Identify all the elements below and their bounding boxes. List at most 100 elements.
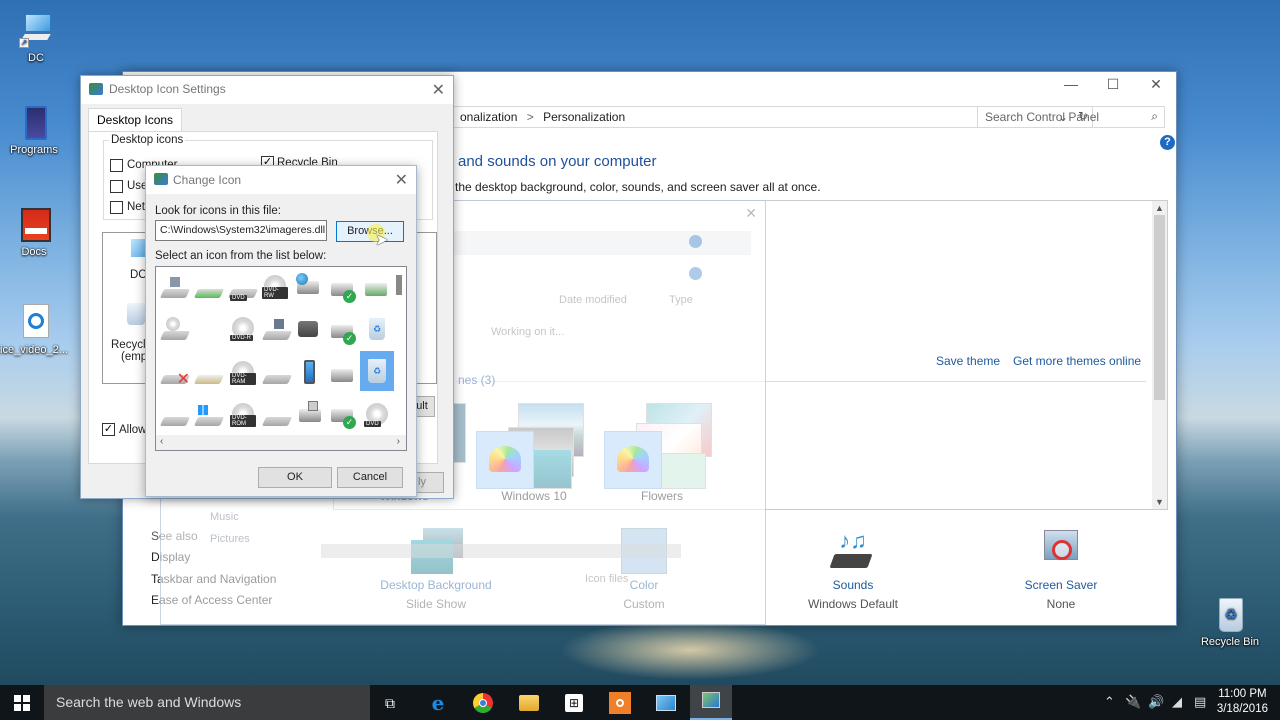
dialog-title: Desktop Icon Settings: [109, 82, 226, 96]
network-checkbox[interactable]: [110, 201, 123, 214]
dvd-rom-icon[interactable]: DVD-ROM: [228, 401, 256, 429]
scroll-down-icon[interactable]: ▼: [1155, 497, 1164, 507]
title-bar: Desktop Icon Settings ✕: [81, 76, 453, 104]
desktop-icon-docs[interactable]: Docs: [0, 206, 70, 258]
close-icon: ✕: [745, 205, 757, 221]
breadcrumb-separator: >: [526, 110, 534, 124]
drive-3-icon[interactable]: [261, 403, 293, 431]
printer-icon[interactable]: [328, 361, 356, 389]
breadcrumb-item[interactable]: Personalization: [543, 110, 625, 124]
group-label: Desktop icons: [109, 134, 186, 146]
desktop-icon-video[interactable]: ice_video_2...: [0, 304, 70, 356]
computer-checkbox[interactable]: [110, 159, 123, 172]
scroll-left-icon[interactable]: ‹: [160, 436, 163, 447]
file-path-input[interactable]: C:\Windows\System32\imageres.dll: [155, 220, 327, 241]
taskbar: Search the web and Windows ⧉ e ⊞ ⌃ 🔌 🔊 ◢…: [0, 685, 1280, 720]
compact-flash-icon: [17, 206, 51, 244]
drive-green-icon[interactable]: [193, 275, 225, 303]
show-hidden-icons-button[interactable]: ⌃: [1104, 694, 1115, 710]
save-theme-link[interactable]: Save theme: [936, 354, 1000, 368]
search-control-panel-input[interactable]: Search Control Panel ⌕: [977, 106, 1165, 128]
computer-shortcut-icon: ↗: [19, 12, 53, 50]
volume-icon[interactable]: 🔊: [1148, 694, 1164, 710]
scroll-right-icon[interactable]: ›: [397, 436, 400, 447]
close-button[interactable]: ✕: [432, 80, 445, 100]
ghost-filename-bar: [321, 544, 681, 558]
drive-yellow-icon[interactable]: [193, 361, 225, 389]
allow-themes-checkbox[interactable]: ✓: [102, 423, 115, 436]
start-windows-icon[interactable]: [14, 695, 30, 711]
cd-drive-icon[interactable]: [159, 317, 191, 345]
camcorder-icon[interactable]: [294, 315, 322, 343]
recycle-bin-icon: ♻: [1213, 596, 1247, 634]
search-icon[interactable]: ⌕: [1151, 109, 1158, 124]
orange-app-icon[interactable]: [609, 692, 631, 714]
printer-green-icon[interactable]: [362, 275, 390, 303]
dvd-drive-icon[interactable]: DVD: [227, 275, 259, 303]
minimize-button[interactable]: —: [1056, 76, 1086, 96]
edge-browser-icon[interactable]: e: [427, 692, 449, 714]
dialog-app-icon: [89, 83, 103, 95]
scrollbar-thumb[interactable]: [1154, 215, 1165, 400]
dvd-ram-icon[interactable]: DVD-RAM: [228, 359, 256, 387]
dialog-app-icon: [154, 173, 168, 185]
cancel-button[interactable]: Cancel: [337, 467, 403, 488]
action-center-icon[interactable]: ▤: [1194, 694, 1206, 710]
network-printer-icon[interactable]: [294, 273, 322, 301]
close-button[interactable]: ✕: [1141, 76, 1171, 96]
horizontal-scrollbar[interactable]: ‹ ›: [156, 435, 406, 450]
icon-list[interactable]: DVD DVD-RW ✓ DVD-R ✓ ♻ ✕ DVD-RAM ♻ DVD-R…: [155, 266, 407, 451]
control-panel-app-icon[interactable]: [655, 692, 677, 714]
sounds-icon: ♪♫: [778, 528, 928, 578]
phone-icon[interactable]: [296, 359, 324, 387]
ghost-toolbar: [451, 231, 751, 255]
task-view-icon[interactable]: ⧉: [379, 692, 401, 714]
icon-list-label: Select an icon from the list below:: [155, 250, 327, 262]
tab-desktop-icons[interactable]: Desktop Icons: [88, 108, 183, 132]
close-button[interactable]: ✕: [395, 170, 408, 190]
recycle-bin-full-icon[interactable]: ♻: [362, 315, 390, 343]
screen-saver-button[interactable]: Screen Saver None: [986, 528, 1136, 611]
get-more-themes-link[interactable]: Get more themes online: [1013, 354, 1141, 368]
fax-printer-icon[interactable]: [296, 401, 324, 429]
drive-windows-icon[interactable]: [193, 403, 225, 431]
maximize-button[interactable]: ☐: [1098, 76, 1128, 96]
help-icon[interactable]: ?: [1160, 135, 1175, 150]
dvd-icon[interactable]: DVD: [362, 401, 390, 429]
drive-icon[interactable]: [159, 403, 191, 431]
screen-saver-icon: [986, 528, 1136, 578]
ok-button[interactable]: OK: [258, 467, 332, 488]
sounds-button[interactable]: ♪♫ Sounds Windows Default: [778, 528, 928, 611]
breadcrumb-item[interactable]: onalization: [460, 110, 517, 124]
drive-2-icon[interactable]: [261, 361, 293, 389]
store-icon[interactable]: ⊞: [563, 692, 585, 714]
drive-error-icon[interactable]: ✕: [159, 361, 191, 389]
dvd-r-icon[interactable]: DVD-R: [228, 315, 256, 343]
vertical-scrollbar[interactable]: ▲ ▼: [1152, 201, 1167, 509]
file-explorer-icon[interactable]: [518, 692, 540, 714]
floppy-drive-2-icon[interactable]: [261, 317, 293, 345]
wifi-icon[interactable]: ◢: [1172, 694, 1182, 710]
floppy-drive-icon[interactable]: [159, 275, 191, 303]
personalization-icon: [702, 692, 720, 708]
desktop-icon-recycle-bin[interactable]: ♻ Recycle Bin: [1194, 596, 1266, 648]
wallpaper-sun-glow: [560, 620, 820, 680]
desktop-icon-programs[interactable]: Programs: [0, 104, 70, 156]
printer-check-icon[interactable]: ✓: [328, 275, 356, 303]
desktop-icon-dc[interactable]: ↗ DC: [0, 12, 72, 64]
printer-check-icon[interactable]: ✓: [328, 317, 356, 345]
taskbar-search-box[interactable]: Search the web and Windows: [44, 685, 370, 720]
user-files-checkbox[interactable]: [110, 180, 123, 193]
system-clock[interactable]: 11:00 PM 3/18/2016: [1217, 687, 1268, 717]
personalization-app-button[interactable]: [690, 685, 732, 720]
column-type: Type: [669, 294, 693, 306]
scroll-up-icon[interactable]: ▲: [1155, 203, 1164, 213]
dvd-rw-icon[interactable]: DVD-RW: [260, 273, 288, 301]
fax-check-icon[interactable]: ✓: [328, 401, 356, 429]
desktop-icon-label: DC: [28, 52, 44, 64]
power-icon[interactable]: 🔌: [1125, 694, 1141, 710]
clock-time: 11:00 PM: [1218, 688, 1267, 700]
selected-icon-highlight[interactable]: ♻: [360, 351, 394, 391]
chrome-icon[interactable]: [472, 692, 494, 714]
item-subtitle: Windows Default: [807, 597, 899, 611]
